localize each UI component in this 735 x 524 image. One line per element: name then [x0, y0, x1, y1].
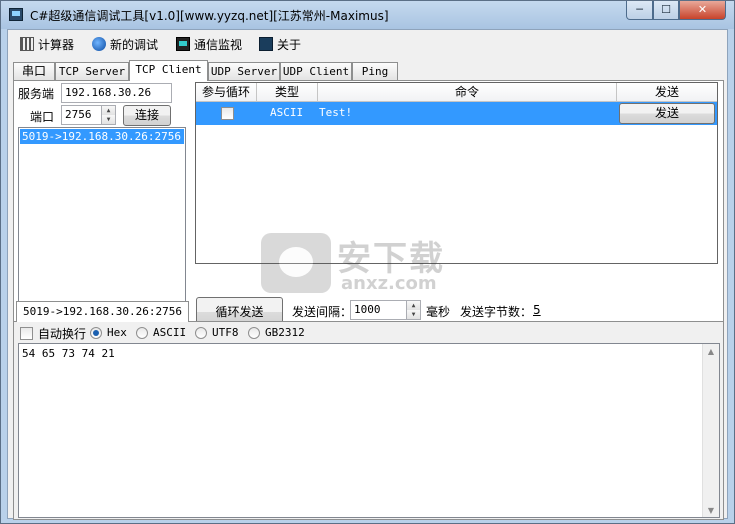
port-input[interactable]: 2756 ▲ ▼ — [61, 105, 116, 125]
connect-button[interactable]: 连接 — [123, 105, 171, 126]
calculator-button[interactable]: 计算器 — [20, 35, 74, 53]
port-value: 2756 — [65, 108, 92, 121]
interval-up-icon[interactable]: ▲ — [407, 301, 420, 310]
gb2312-label[interactable]: GB2312 — [265, 326, 305, 339]
interval-input[interactable]: 1000 ▲ ▼ — [350, 300, 421, 320]
title-bar[interactable]: C#超级通信调试工具[v1.0][www.yyzq.net][江苏常州-Maxi… — [1, 1, 734, 29]
scroll-down-icon[interactable]: ▼ — [703, 506, 719, 515]
new-debug-button[interactable]: 新的调试 — [92, 35, 158, 53]
utf8-radio[interactable] — [195, 327, 207, 339]
utf8-label[interactable]: UTF8 — [212, 326, 239, 339]
tab-ping[interactable]: Ping — [352, 62, 398, 80]
tab-udp-server[interactable]: UDP Server — [208, 62, 280, 80]
ascii-label[interactable]: ASCII — [153, 326, 186, 339]
interval-spinner[interactable]: ▲ ▼ — [406, 301, 420, 319]
tab-tcp-client[interactable]: TCP Client — [129, 60, 208, 81]
port-spinner[interactable]: ▲ ▼ — [101, 106, 115, 124]
col-loop-header[interactable]: 参与循环 — [196, 83, 257, 102]
client-area: 计算器 新的调试 通信监视 关于 串口 TCP Server TCP Clien… — [7, 29, 728, 520]
auto-wrap-checkbox[interactable] — [20, 327, 33, 340]
monitor-label: 通信监视 — [194, 37, 243, 52]
col-type-header[interactable]: 类型 — [257, 83, 318, 102]
interval-down-icon[interactable]: ▼ — [407, 310, 420, 319]
server-label: 服务端 — [18, 87, 55, 101]
server-input[interactable]: 192.168.30.26 — [61, 83, 172, 103]
receive-content: 54 65 73 74 21 — [22, 347, 115, 360]
hex-label[interactable]: Hex — [107, 326, 127, 339]
tab-serial[interactable]: 串口 — [13, 62, 55, 80]
col-send-header[interactable]: 发送 — [617, 83, 717, 102]
monitor-button[interactable]: 通信监视 — [176, 35, 242, 53]
maximize-button[interactable]: ☐ — [653, 1, 679, 20]
spin-up-icon[interactable]: ▲ — [102, 106, 115, 115]
receive-scrollbar[interactable]: ▲ ▼ — [702, 344, 719, 517]
col-command-header[interactable]: 命令 — [318, 83, 617, 102]
loop-checkbox[interactable] — [221, 107, 234, 120]
receive-page: 自动换行 Hex ASCII UTF8 GB2312 54 65 73 74 2… — [13, 321, 724, 520]
table-row[interactable]: ASCII Test! 发送 — [196, 102, 717, 125]
tab-udp-client[interactable]: UDP Client — [280, 62, 352, 80]
connection-item[interactable]: 5019->192.168.30.26:2756 — [20, 129, 184, 144]
spin-down-icon[interactable]: ▼ — [102, 115, 115, 124]
interval-value: 1000 — [354, 303, 381, 316]
hex-radio[interactable] — [90, 327, 102, 339]
about-label: 关于 — [277, 37, 302, 52]
row-type[interactable]: ASCII — [270, 102, 310, 125]
row-command[interactable]: Test! — [319, 102, 352, 125]
tab-tcp-server[interactable]: TCP Server — [55, 62, 129, 80]
calculator-label: 计算器 — [38, 37, 75, 52]
toolbar: 计算器 新的调试 通信监视 关于 — [8, 30, 727, 57]
app-window: C#超级通信调试工具[v1.0][www.yyzq.net][江苏常州-Maxi… — [0, 0, 735, 524]
command-grid: 参与循环 类型 命令 发送 ASCII Test! 发送 — [195, 82, 718, 264]
interval-unit: 毫秒 — [426, 305, 451, 319]
receive-tab[interactable]: 5019->192.168.30.26:2756 — [16, 301, 189, 322]
calculator-icon — [20, 37, 34, 51]
about-button[interactable]: 关于 — [259, 35, 301, 53]
receive-textbox[interactable]: 54 65 73 74 21 ▲ ▼ — [18, 343, 720, 518]
minimize-button[interactable]: ─ — [626, 1, 653, 20]
new-debug-label: 新的调试 — [110, 37, 159, 52]
monitor-icon — [176, 37, 190, 51]
close-button[interactable]: ✕ — [679, 1, 726, 20]
interval-label: 发送间隔： — [292, 305, 353, 319]
bytes-label: 发送字节数： — [460, 305, 533, 319]
scroll-up-icon[interactable]: ▲ — [703, 347, 719, 356]
bytes-value: 5 — [533, 303, 541, 317]
port-label: 端口 — [30, 110, 55, 124]
auto-wrap-label[interactable]: 自动换行 — [38, 325, 86, 342]
new-debug-icon — [92, 37, 106, 51]
row-send-button[interactable]: 发送 — [619, 103, 715, 124]
window-title: C#超级通信调试工具[v1.0][www.yyzq.net][江苏常州-Maxi… — [30, 9, 389, 23]
ascii-radio[interactable] — [136, 327, 148, 339]
about-icon — [259, 37, 273, 51]
app-icon — [9, 8, 23, 21]
gb2312-radio[interactable] — [248, 327, 260, 339]
